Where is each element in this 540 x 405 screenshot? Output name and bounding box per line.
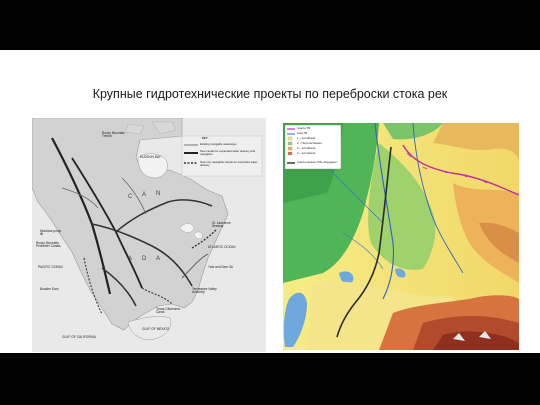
label-york-andrew: York and Dem 3A: [208, 265, 233, 269]
key-title: KEY: [202, 136, 208, 140]
label-canada-a3: A: [156, 256, 161, 262]
legend-zone-tv: зона ТВ: [297, 131, 308, 135]
label-rocky-perimeter: Rocky Mountain Perimeter Canals: [36, 241, 61, 249]
label-canada-a1: A: [142, 192, 147, 198]
key-item-existing: Existing navigable waterways: [200, 142, 237, 146]
label-canada-n: N: [156, 191, 161, 197]
slide-title: Крупные гидротехнические проекты по пере…: [92, 87, 448, 101]
label-montana-pump: Montana pump lift: [40, 229, 62, 237]
label-hudson-bay: HUDSON BAY: [140, 155, 161, 159]
label-tennessee: Tennessee Valley Authority: [192, 287, 217, 295]
legend-item-1: 1 – Алтайская: [297, 136, 316, 140]
legend-item-4: 4 – Алтайская: [297, 151, 316, 155]
label-canada-c: C: [128, 194, 133, 200]
label-texas-oklahoma: Texas-Oklahoma Canal: [156, 307, 180, 315]
key-item-new-navigable: New canals for expanded water delivery a…: [200, 149, 256, 157]
label-gulf-california: GULF OF CALIFORNIA: [62, 335, 96, 339]
legend-item-3: 3 – Алтайская: [297, 146, 316, 150]
relief-map: [283, 123, 519, 350]
legend-route-tv: трасса ТВ: [297, 126, 311, 130]
label-st-lawrence: St. Lawrence Seaway: [212, 221, 231, 229]
legend-item-2: 2 – Перспективная: [297, 141, 322, 145]
label-boulder-dam: Boulder Dam: [40, 287, 59, 291]
label-pacific: PACIFIC OCEAN: [38, 265, 63, 269]
label-atlantic: ATLANTIC OCEAN: [208, 245, 236, 249]
slide: Крупные гидротехнические проекты по пере…: [0, 50, 540, 353]
siberia-central-asia-map: трасса ТВ зона ТВ 1 – Алтайская 2 – Перс…: [283, 123, 519, 350]
legend-canal-route: трасса канала "Обь-Амударья": [297, 160, 338, 164]
key-item-non-navigable: New non-navigable canals for expanded wa…: [200, 160, 258, 168]
label-rocky-mountain-trench: Rocky Mountain Trench: [102, 131, 125, 139]
north-america-water-map: KEY Existing navigable waterways New can…: [32, 118, 266, 352]
label-canada-a2: A: [128, 256, 133, 262]
label-gulf-mexico: GULF OF MEXICO: [142, 327, 170, 331]
label-canada-d: D: [142, 256, 147, 262]
